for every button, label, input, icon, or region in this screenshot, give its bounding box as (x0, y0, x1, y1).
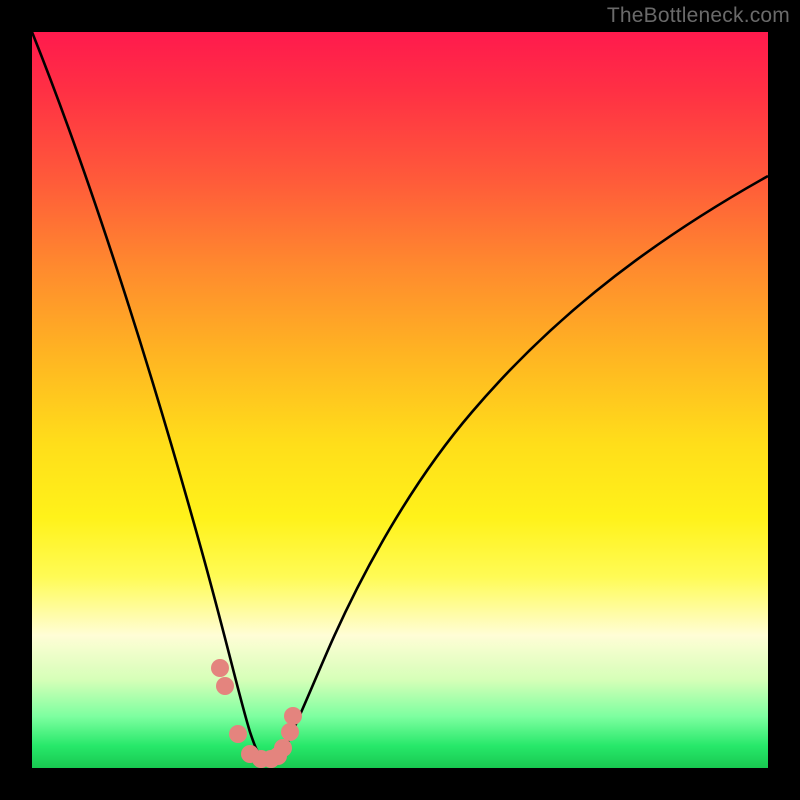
marker-group (211, 659, 302, 768)
marker-dot (274, 739, 292, 757)
watermark-text: TheBottleneck.com (607, 4, 790, 28)
marker-dot (216, 677, 234, 695)
bottleneck-curve (32, 32, 768, 762)
plot-area (32, 32, 768, 768)
curve-layer (32, 32, 768, 768)
marker-dot (281, 723, 299, 741)
marker-dot (229, 725, 247, 743)
marker-dot (211, 659, 229, 677)
chart-frame: TheBottleneck.com (0, 0, 800, 800)
marker-dot (284, 707, 302, 725)
